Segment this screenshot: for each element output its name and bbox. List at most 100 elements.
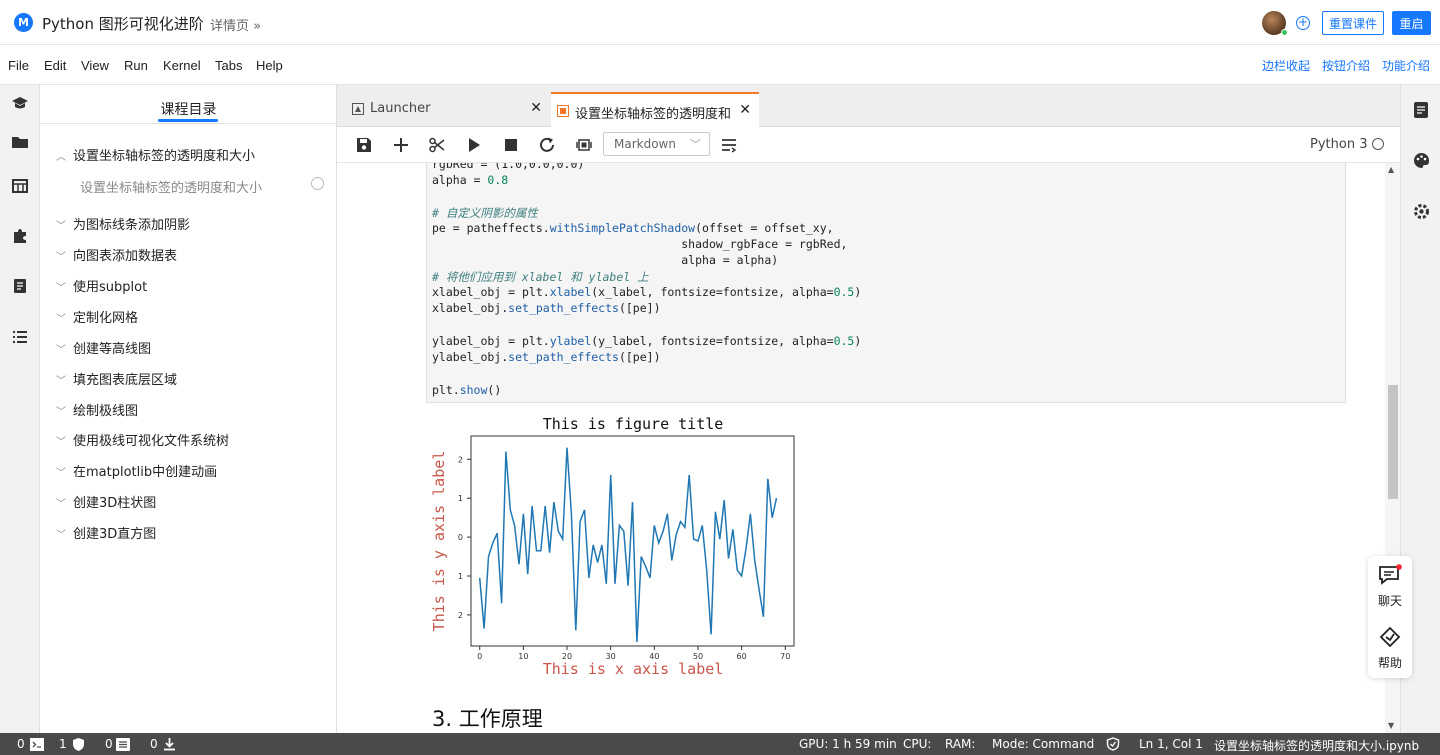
toc-sub-item[interactable]: 设置坐标轴标签的透明度和大小 [80, 177, 262, 196]
floating-helper-panel: 聊天 帮助 [1368, 556, 1412, 678]
restart-button[interactable]: 重启 [1392, 11, 1431, 35]
cut-icon[interactable] [428, 136, 446, 154]
chevron-down-icon: ﹀ [56, 468, 66, 479]
download-count[interactable]: 0 [150, 737, 158, 751]
current-filename: 设置坐标轴标签的透明度和大小.ipynb [1214, 739, 1420, 753]
toc-item[interactable]: ﹀ 在matplotlib中创建动画 [56, 461, 217, 480]
toc-item[interactable]: ﹀ 创建等高线图 [56, 338, 151, 357]
toc-item[interactable]: ﹀ 绘制极线图 [56, 400, 138, 419]
scroll-down-icon[interactable]: ▼ [1388, 721, 1394, 730]
menu-bar: File Edit View Run Kernel Tabs Help 边栏收起… [0, 45, 1440, 85]
table-icon[interactable] [11, 177, 29, 195]
run-all-icon[interactable] [575, 136, 593, 154]
close-icon[interactable]: ✕ [530, 100, 542, 116]
scroll-thumb[interactable] [1388, 385, 1398, 499]
trusted-shield-icon[interactable] [1106, 737, 1120, 751]
menu-tabs[interactable]: Tabs [215, 58, 242, 73]
add-cell-icon[interactable] [392, 136, 410, 154]
toc-item[interactable]: ﹀ 向图表添加数据表 [56, 245, 177, 264]
help-label[interactable]: 帮助 [1368, 654, 1412, 671]
kernel-count[interactable]: 1 [59, 737, 67, 751]
top-bar: M Python 图形可视化进阶 详情页 » + 重置课件 重启 [0, 0, 1440, 45]
kernel-name[interactable]: Python 3 [1310, 137, 1367, 152]
tab-launcher[interactable]: Launcher ✕ [346, 92, 550, 127]
plot-frame [470, 435, 795, 647]
menu-kernel[interactable]: Kernel [163, 58, 201, 73]
y-axis-label: This is y axis label [430, 451, 448, 632]
list-icon[interactable] [11, 328, 29, 346]
menu-help[interactable]: Help [256, 58, 283, 73]
collapse-sidebar-link[interactable]: 边栏收起 [1262, 57, 1310, 74]
main-work-area: Launcher ✕ 设置坐标轴标签的透明度和大小.ipynb ✕ Markdo… [337, 85, 1400, 733]
terminal-icon[interactable] [30, 738, 44, 751]
button-intro-link[interactable]: 按钮介绍 [1322, 57, 1370, 74]
toc-item[interactable]: ﹀ 为图标线条添加阴影 [56, 214, 190, 233]
terminal-count[interactable]: 0 [17, 737, 25, 751]
chart-output: This is figure title 21012 0 10 20 30 40 50 60… [430, 415, 795, 678]
toc-item[interactable]: ﹀ 创建3D直方图 [56, 523, 156, 542]
menu-file[interactable]: File [8, 58, 29, 73]
y-tick-label: 0 [458, 533, 463, 542]
scroll-up-icon[interactable]: ▲ [1388, 165, 1394, 174]
chat-label[interactable]: 聊天 [1368, 592, 1412, 609]
close-icon[interactable]: ✕ [739, 102, 751, 118]
section-heading: 3. 工作原理 [432, 707, 543, 731]
toc-item[interactable]: ﹀ 使用subplot [56, 276, 147, 295]
console-count[interactable]: 0 [105, 737, 113, 751]
x-tick-label: 60 [737, 652, 747, 661]
mode-indicator[interactable]: Mode: Command [992, 737, 1094, 751]
feature-intro-link[interactable]: 功能介绍 [1382, 57, 1430, 74]
cursor-position[interactable]: Ln 1, Col 1 [1139, 737, 1203, 751]
kernel-idle-status-icon [1372, 138, 1384, 150]
code-line: pe = patheffects.withSimplePatchShadow(o… [432, 221, 834, 235]
toc-item[interactable]: ﹀ 创建3D柱状图 [56, 492, 156, 511]
toc-item[interactable]: ︿ 设置坐标轴标签的透明度和大小 [56, 145, 255, 164]
notebook-content: rgbRed = (1.0,0.0,0.0) alpha = 0.8 # 自定义… [337, 163, 1385, 733]
x-tick-label: 10 [518, 652, 528, 661]
menu-run[interactable]: Run [124, 58, 148, 73]
menu-edit[interactable]: Edit [44, 58, 66, 73]
progress-circle-icon [311, 177, 324, 190]
property-inspector-icon[interactable] [1413, 101, 1429, 119]
chat-icon[interactable] [1378, 564, 1402, 586]
code-line: alpha = 0.8 [432, 173, 509, 187]
course-title: Python 图形可视化进阶 [42, 15, 204, 33]
chevron-up-icon: ︿ [56, 152, 66, 163]
save-icon[interactable] [355, 136, 373, 154]
restart-kernel-icon[interactable] [538, 136, 556, 154]
code-line: alpha = alpha) [432, 253, 779, 267]
format-lines-icon[interactable] [720, 136, 738, 154]
kernel-shield-icon[interactable] [72, 737, 85, 752]
chart-title: This is figure title [543, 415, 724, 433]
code-line: rgbRed = (1.0,0.0,0.0) [432, 163, 585, 171]
menu-view[interactable]: View [81, 58, 109, 73]
chevron-down-icon: ﹀ [56, 376, 66, 387]
app-logo-icon: M [14, 13, 33, 32]
tab-notebook[interactable]: 设置坐标轴标签的透明度和大小.ipynb ✕ [551, 92, 759, 127]
toc-item[interactable]: ﹀ 定制化网格 [56, 307, 138, 326]
console-list-icon[interactable] [116, 738, 130, 751]
extension-puzzle-icon[interactable] [11, 227, 29, 245]
chevron-down-icon: ﹀ [56, 499, 66, 510]
detail-page-link[interactable]: 详情页 » [210, 15, 261, 34]
toc-item[interactable]: ﹀ 填充图表底层区域 [56, 369, 177, 388]
launcher-icon [352, 103, 364, 115]
add-icon[interactable]: + [1296, 16, 1310, 30]
toc-item[interactable]: ﹀ 使用极线可视化文件系统树 [56, 430, 229, 449]
x-tick-label: 0 [477, 652, 482, 661]
code-cell[interactable]: rgbRed = (1.0,0.0,0.0) alpha = 0.8 # 自定义… [426, 163, 1346, 403]
help-icon[interactable] [1378, 626, 1402, 648]
settings-gear-icon[interactable] [1413, 203, 1430, 220]
download-icon[interactable] [163, 737, 176, 751]
course-catalog-panel: 课程目录 ︿ 设置坐标轴标签的透明度和大小 设置坐标轴标签的透明度和大小 ﹀ 为图标… [40, 85, 337, 733]
document-icon[interactable] [11, 277, 29, 295]
stop-icon[interactable] [502, 136, 520, 154]
y-tick-label: 1 [458, 572, 463, 581]
cell-type-select[interactable]: Markdown ﹀ [603, 132, 710, 156]
palette-icon[interactable] [1413, 152, 1430, 169]
cpu-usage: CPU: [903, 737, 932, 751]
reset-courseware-button[interactable]: 重置课件 [1322, 11, 1384, 35]
folder-icon[interactable] [11, 133, 29, 151]
graduation-cap-icon[interactable] [11, 95, 29, 113]
run-icon[interactable] [465, 136, 483, 154]
